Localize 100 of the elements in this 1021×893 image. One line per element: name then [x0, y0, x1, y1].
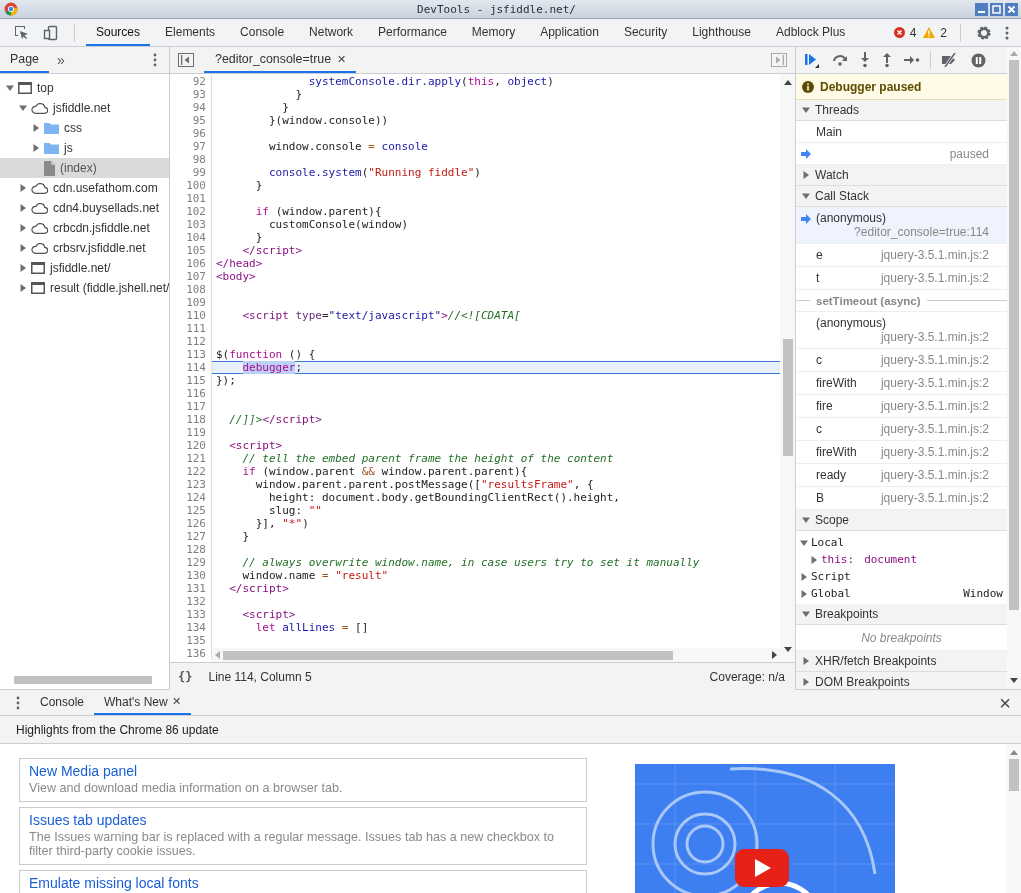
expanded-arrow-icon[interactable] [19, 104, 27, 112]
step-icon[interactable] [904, 55, 920, 65]
tree-item[interactable]: result (fiddle.jshell.net/ [0, 278, 169, 298]
error-count[interactable]: 4 [909, 25, 917, 40]
frame-icon [31, 262, 45, 274]
panel-tab[interactable]: Elements [155, 19, 226, 46]
minimize-button[interactable] [975, 2, 988, 16]
scroll-right-icon[interactable] [772, 651, 777, 659]
scrollbar[interactable] [1007, 47, 1021, 689]
panel-tab[interactable]: Adblock Plus [765, 19, 856, 46]
panel-tab[interactable]: Network [299, 19, 364, 46]
panel-tab[interactable]: Memory [461, 19, 526, 46]
deactivate-breakpoints-icon[interactable] [941, 53, 959, 67]
scrollbar[interactable] [780, 74, 795, 662]
scroll-down-icon[interactable] [783, 647, 792, 652]
collapsed-arrow-icon[interactable] [19, 244, 27, 252]
drawer-tab[interactable]: Console [30, 690, 95, 715]
scroll-thumb[interactable] [223, 650, 673, 660]
expanded-arrow-icon[interactable] [802, 610, 810, 618]
collapsed-arrow-icon[interactable] [19, 284, 27, 292]
thread-name[interactable]: Main [796, 121, 1007, 143]
code-line: </head> [216, 257, 263, 270]
tree-item[interactable]: css [0, 118, 169, 138]
call-frame[interactable]: (anonymous) ?editor_console=true:114 [796, 207, 1007, 244]
panel-tab[interactable]: Application [530, 19, 609, 46]
collapsed-arrow-icon[interactable] [802, 678, 810, 686]
scope-item[interactable]: Global Window [800, 585, 1003, 602]
more-tabs-button[interactable]: » [56, 52, 65, 68]
section-header[interactable]: Breakpoints [796, 604, 1007, 625]
scroll-thumb[interactable] [1008, 759, 1019, 791]
feature-description: View and download media information on a browser tab. [29, 781, 344, 795]
feature-card[interactable]: New Media panel View and download media information on a browser tab. [19, 758, 587, 802]
scrollbar[interactable] [1006, 744, 1021, 893]
scroll-thumb[interactable] [782, 339, 793, 456]
maximize-button[interactable] [990, 2, 1003, 16]
more-options-icon[interactable] [16, 695, 20, 710]
scroll-thumb[interactable] [1009, 60, 1019, 610]
scroll-thumb[interactable] [14, 676, 152, 684]
more-options-icon[interactable] [153, 53, 157, 67]
section-header[interactable]: XHR/fetch Breakpoints [796, 651, 1007, 672]
collapsed-arrow-icon[interactable] [32, 124, 40, 132]
collapsed-arrow-icon[interactable] [19, 204, 27, 212]
feature-card[interactable]: Emulate missing local fonts [19, 870, 587, 893]
tree-item[interactable]: cdn.usefathom.com [0, 178, 169, 198]
code-line: </script> [228, 582, 289, 595]
scope-item[interactable]: Script [800, 568, 1003, 585]
tree-item[interactable]: top [0, 78, 169, 98]
pause-on-exceptions-icon[interactable] [971, 52, 986, 68]
toggle-navigator-icon[interactable] [178, 53, 194, 67]
panel-tab[interactable]: Security [613, 19, 678, 46]
device-icon[interactable] [43, 24, 59, 41]
tree-item[interactable]: cdn4.buysellads.net [0, 198, 169, 218]
scroll-up-icon[interactable] [783, 80, 792, 85]
close-drawer-button[interactable]: × [999, 692, 1011, 713]
expanded-arrow-icon[interactable] [800, 538, 808, 547]
section-header[interactable]: Threads [796, 100, 1007, 121]
tree-item[interactable]: jsfiddle.net [0, 98, 169, 118]
feature-title[interactable]: New Media panel [29, 763, 577, 779]
section-header[interactable]: Watch [796, 165, 1007, 186]
collapsed-arrow-icon[interactable] [32, 144, 40, 152]
collapsed-arrow-icon[interactable] [802, 657, 810, 665]
page-tab[interactable]: Page [0, 47, 49, 73]
scope-property[interactable]: this: document [800, 551, 1003, 568]
section-header[interactable]: Scope [796, 510, 1007, 531]
tree-item[interactable]: crbcdn.jsfiddle.net [0, 218, 169, 238]
settings-icon[interactable] [976, 24, 992, 41]
expanded-arrow-icon[interactable] [802, 516, 810, 524]
scroll-down-icon[interactable] [1010, 678, 1018, 683]
scrollbar[interactable] [212, 648, 780, 662]
feature-card[interactable]: Issues tab updates The Issues warning bar is replaced with a regular message. Issues tab has a new checkbox to filter third-party cookie issues. [19, 807, 587, 865]
panel-tab[interactable]: Lighthouse [682, 19, 761, 46]
format-button[interactable]: {} [178, 670, 193, 684]
feature-title[interactable]: Issues tab updates [29, 812, 577, 828]
code-line: } [281, 101, 289, 114]
toggle-debugger-icon[interactable] [771, 53, 787, 67]
panel-tab[interactable]: Performance [368, 19, 457, 46]
resume-icon[interactable] [804, 52, 820, 68]
panel-tab[interactable]: Console [230, 19, 295, 46]
inspect-icon[interactable] [14, 24, 30, 41]
tree-item[interactable]: js [0, 138, 169, 158]
expanded-arrow-icon[interactable] [6, 84, 14, 92]
step-over-icon[interactable] [832, 53, 848, 67]
feature-title[interactable]: Emulate missing local fonts [29, 875, 577, 891]
step-into-icon[interactable] [860, 52, 870, 68]
collapsed-arrow-icon[interactable] [802, 171, 810, 179]
collapsed-arrow-icon[interactable] [19, 224, 27, 232]
section-header[interactable]: DOM Breakpoints [796, 672, 1007, 689]
expanded-arrow-icon[interactable] [802, 106, 810, 114]
tree-item[interactable]: crbsrv.jsfiddle.net [0, 238, 169, 258]
warning-count[interactable]: 2 [940, 25, 947, 40]
tree-item[interactable]: (index) [0, 158, 169, 178]
collapsed-arrow-icon[interactable] [19, 264, 27, 272]
scope-item[interactable]: Local [800, 534, 1003, 551]
more-options-icon[interactable] [1005, 25, 1009, 40]
section-header[interactable]: Call Stack [796, 186, 1007, 207]
tree-item[interactable]: jsfiddle.net/ [0, 258, 169, 278]
step-out-icon[interactable] [882, 52, 892, 68]
expanded-arrow-icon[interactable] [802, 192, 810, 200]
close-button[interactable] [1005, 2, 1018, 16]
collapsed-arrow-icon[interactable] [19, 184, 27, 192]
